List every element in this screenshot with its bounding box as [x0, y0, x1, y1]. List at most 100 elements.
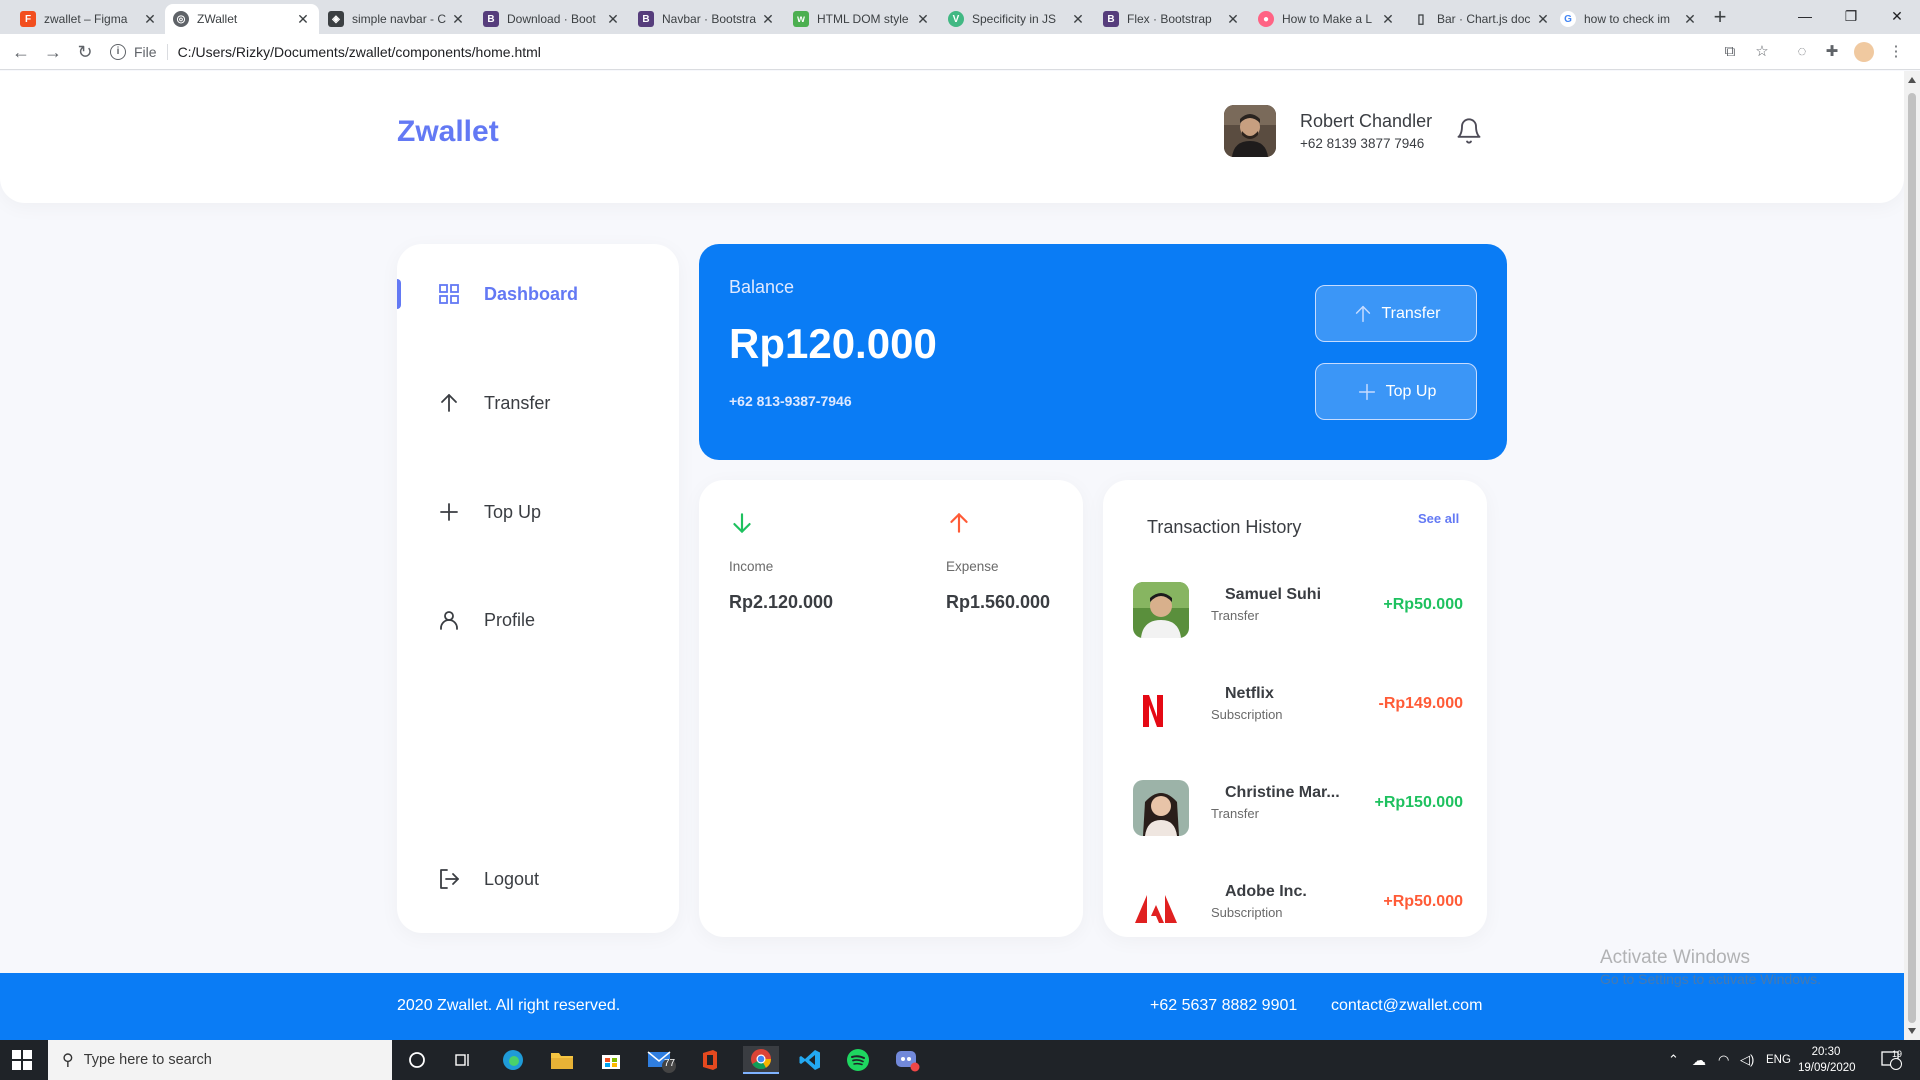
- bell-icon[interactable]: [1455, 117, 1483, 145]
- browser-tab[interactable]: B Download · Boot ✕: [475, 4, 629, 34]
- extension-icon[interactable]: ◌: [1792, 42, 1812, 62]
- browser-tab[interactable]: ● How to Make a L ✕: [1250, 4, 1404, 34]
- close-window-button[interactable]: ✕: [1874, 0, 1920, 34]
- tab-title: ZWallet: [197, 12, 238, 26]
- close-icon[interactable]: ✕: [1380, 11, 1396, 28]
- transfer-button[interactable]: Transfer: [1315, 285, 1477, 342]
- avatar: [1133, 780, 1189, 836]
- browser-tab[interactable]: ▯ Bar · Chart.js doc ✕: [1405, 4, 1559, 34]
- bookmark-star-icon[interactable]: ☆: [1752, 42, 1772, 62]
- close-icon[interactable]: ✕: [1225, 11, 1241, 28]
- new-tab-button[interactable]: +: [1708, 6, 1732, 30]
- arrow-up-icon: [437, 391, 461, 415]
- windows-start-icon[interactable]: [12, 1050, 32, 1070]
- mail-icon[interactable]: 77: [646, 1046, 676, 1074]
- close-icon[interactable]: ✕: [450, 11, 466, 28]
- task-view-icon[interactable]: [448, 1046, 478, 1074]
- browser-tab[interactable]: G how to check im ✕: [1552, 4, 1706, 34]
- clock-time: 20:30: [1811, 1046, 1841, 1058]
- address-bar[interactable]: i File C:/Users/Rizky/Documents/zwallet/…: [110, 37, 1770, 67]
- close-icon[interactable]: ✕: [295, 11, 311, 28]
- file-explorer-icon[interactable]: [547, 1046, 577, 1074]
- browser-tab[interactable]: ◈ simple navbar - C ✕: [320, 4, 474, 34]
- scroll-up-arrow-icon[interactable]: [1908, 77, 1916, 83]
- wifi-icon[interactable]: ◠: [1718, 1040, 1729, 1080]
- volume-icon[interactable]: ◁): [1740, 1040, 1754, 1080]
- scroll-down-arrow-icon[interactable]: [1908, 1028, 1916, 1034]
- vue-icon: V: [948, 11, 964, 27]
- forward-arrow-icon[interactable]: →: [40, 39, 66, 65]
- brand-logo[interactable]: Zwallet: [397, 115, 499, 149]
- sidebar-item-label: Profile: [484, 610, 536, 630]
- sidebar-item-logout[interactable]: Logout: [397, 859, 679, 899]
- address-scheme: File: [134, 44, 157, 60]
- sidebar-item-profile[interactable]: Profile: [397, 600, 679, 640]
- scrollbar-thumb[interactable]: [1908, 93, 1916, 1023]
- browser-tab[interactable]: B Flex · Bootstrap ✕: [1095, 4, 1249, 34]
- transaction-item[interactable]: Christine Mar... Transfer +Rp150.000: [1133, 778, 1463, 836]
- info-icon[interactable]: i: [110, 44, 126, 60]
- onedrive-icon[interactable]: ☁: [1692, 1040, 1706, 1080]
- transaction-name: Adobe Inc.: [1225, 883, 1307, 900]
- restore-button[interactable]: ❐: [1828, 0, 1874, 34]
- close-icon[interactable]: ✕: [1535, 11, 1551, 28]
- reload-icon[interactable]: ↻: [72, 39, 98, 65]
- top-up-button-label: Top Up: [1385, 382, 1437, 400]
- chrome-icon[interactable]: [743, 1046, 779, 1074]
- menu-dots-icon[interactable]: ⋮: [1886, 42, 1906, 62]
- sidebar-item-label: Transfer: [484, 393, 551, 413]
- transaction-name: Netflix: [1225, 685, 1274, 702]
- discord-icon[interactable]: [892, 1046, 922, 1074]
- page-scrollbar[interactable]: [1904, 71, 1920, 1040]
- browser-tab[interactable]: F zwallet – Figma ✕: [12, 4, 166, 34]
- transaction-type: Subscription: [1211, 707, 1283, 722]
- sidebar-item-top-up[interactable]: Top Up: [397, 492, 679, 532]
- see-all-link[interactable]: See all: [1418, 511, 1459, 526]
- close-icon[interactable]: ✕: [142, 11, 158, 28]
- puzzle-icon[interactable]: ✚: [1822, 42, 1842, 62]
- back-arrow-icon[interactable]: ←: [8, 39, 34, 65]
- transfer-button-label: Transfer: [1381, 304, 1441, 322]
- browser-tab[interactable]: B Navbar · Bootstra ✕: [630, 4, 784, 34]
- footer-email[interactable]: contact@zwallet.com: [1331, 997, 1482, 1015]
- close-icon[interactable]: ✕: [1070, 11, 1086, 28]
- office-icon[interactable]: [695, 1046, 725, 1074]
- mail-badge: 77: [664, 1058, 676, 1069]
- transaction-item[interactable]: Samuel Suhi Transfer +Rp50.000: [1133, 580, 1463, 638]
- chevron-up-icon[interactable]: ⌃: [1668, 1040, 1679, 1080]
- close-icon[interactable]: ✕: [605, 11, 621, 28]
- sidebar-item-transfer[interactable]: Transfer: [397, 383, 679, 423]
- income-expense-card: Income Rp2.120.000 Expense Rp1.560.000: [699, 480, 1083, 937]
- close-icon[interactable]: ✕: [760, 11, 776, 28]
- language-indicator[interactable]: ENG: [1766, 1040, 1791, 1080]
- sidebar-item-dashboard[interactable]: Dashboard: [397, 274, 679, 314]
- balance-amount: Rp120.000: [729, 320, 937, 367]
- close-icon[interactable]: ✕: [1682, 11, 1698, 28]
- system-clock[interactable]: 20:30 19/09/2020: [1798, 1044, 1856, 1076]
- logout-icon: [437, 867, 461, 891]
- w3schools-icon: w: [793, 11, 809, 27]
- browser-tab[interactable]: w HTML DOM style ✕: [785, 4, 939, 34]
- notification-center-icon[interactable]: 19: [1880, 1040, 1906, 1080]
- close-icon[interactable]: ✕: [915, 11, 931, 28]
- history-title: Transaction History: [1147, 517, 1302, 537]
- profile-avatar-icon[interactable]: [1854, 42, 1874, 62]
- avatar[interactable]: [1224, 105, 1276, 157]
- minimize-button[interactable]: —: [1782, 0, 1828, 34]
- watermark-subtitle: Go to Settings to activate Windows.: [1600, 971, 1821, 987]
- top-up-button[interactable]: Top Up: [1315, 363, 1477, 420]
- browser-tab-active[interactable]: ◎ ZWallet ✕: [165, 4, 319, 34]
- translate-icon[interactable]: ⧉: [1720, 42, 1740, 62]
- transaction-item[interactable]: Adobe Inc. Subscription +Rp50.000: [1133, 877, 1463, 935]
- grid-icon: [437, 282, 461, 306]
- store-icon[interactable]: [596, 1046, 626, 1074]
- transaction-item[interactable]: Netflix Subscription -Rp149.000: [1133, 679, 1463, 737]
- browser-tab[interactable]: V Specificity in JS ✕: [940, 4, 1094, 34]
- edge-browser-icon[interactable]: [498, 1046, 528, 1074]
- cortana-icon[interactable]: [402, 1046, 432, 1074]
- page-viewport: Zwallet Robert Chandler +62 8139 3877 79…: [0, 71, 1904, 1040]
- taskbar-search-box[interactable]: ⚲ Type here to search: [48, 1040, 392, 1080]
- sidebar-item-label: Dashboard: [484, 284, 579, 304]
- spotify-icon[interactable]: [843, 1046, 873, 1074]
- vscode-icon[interactable]: [795, 1046, 825, 1074]
